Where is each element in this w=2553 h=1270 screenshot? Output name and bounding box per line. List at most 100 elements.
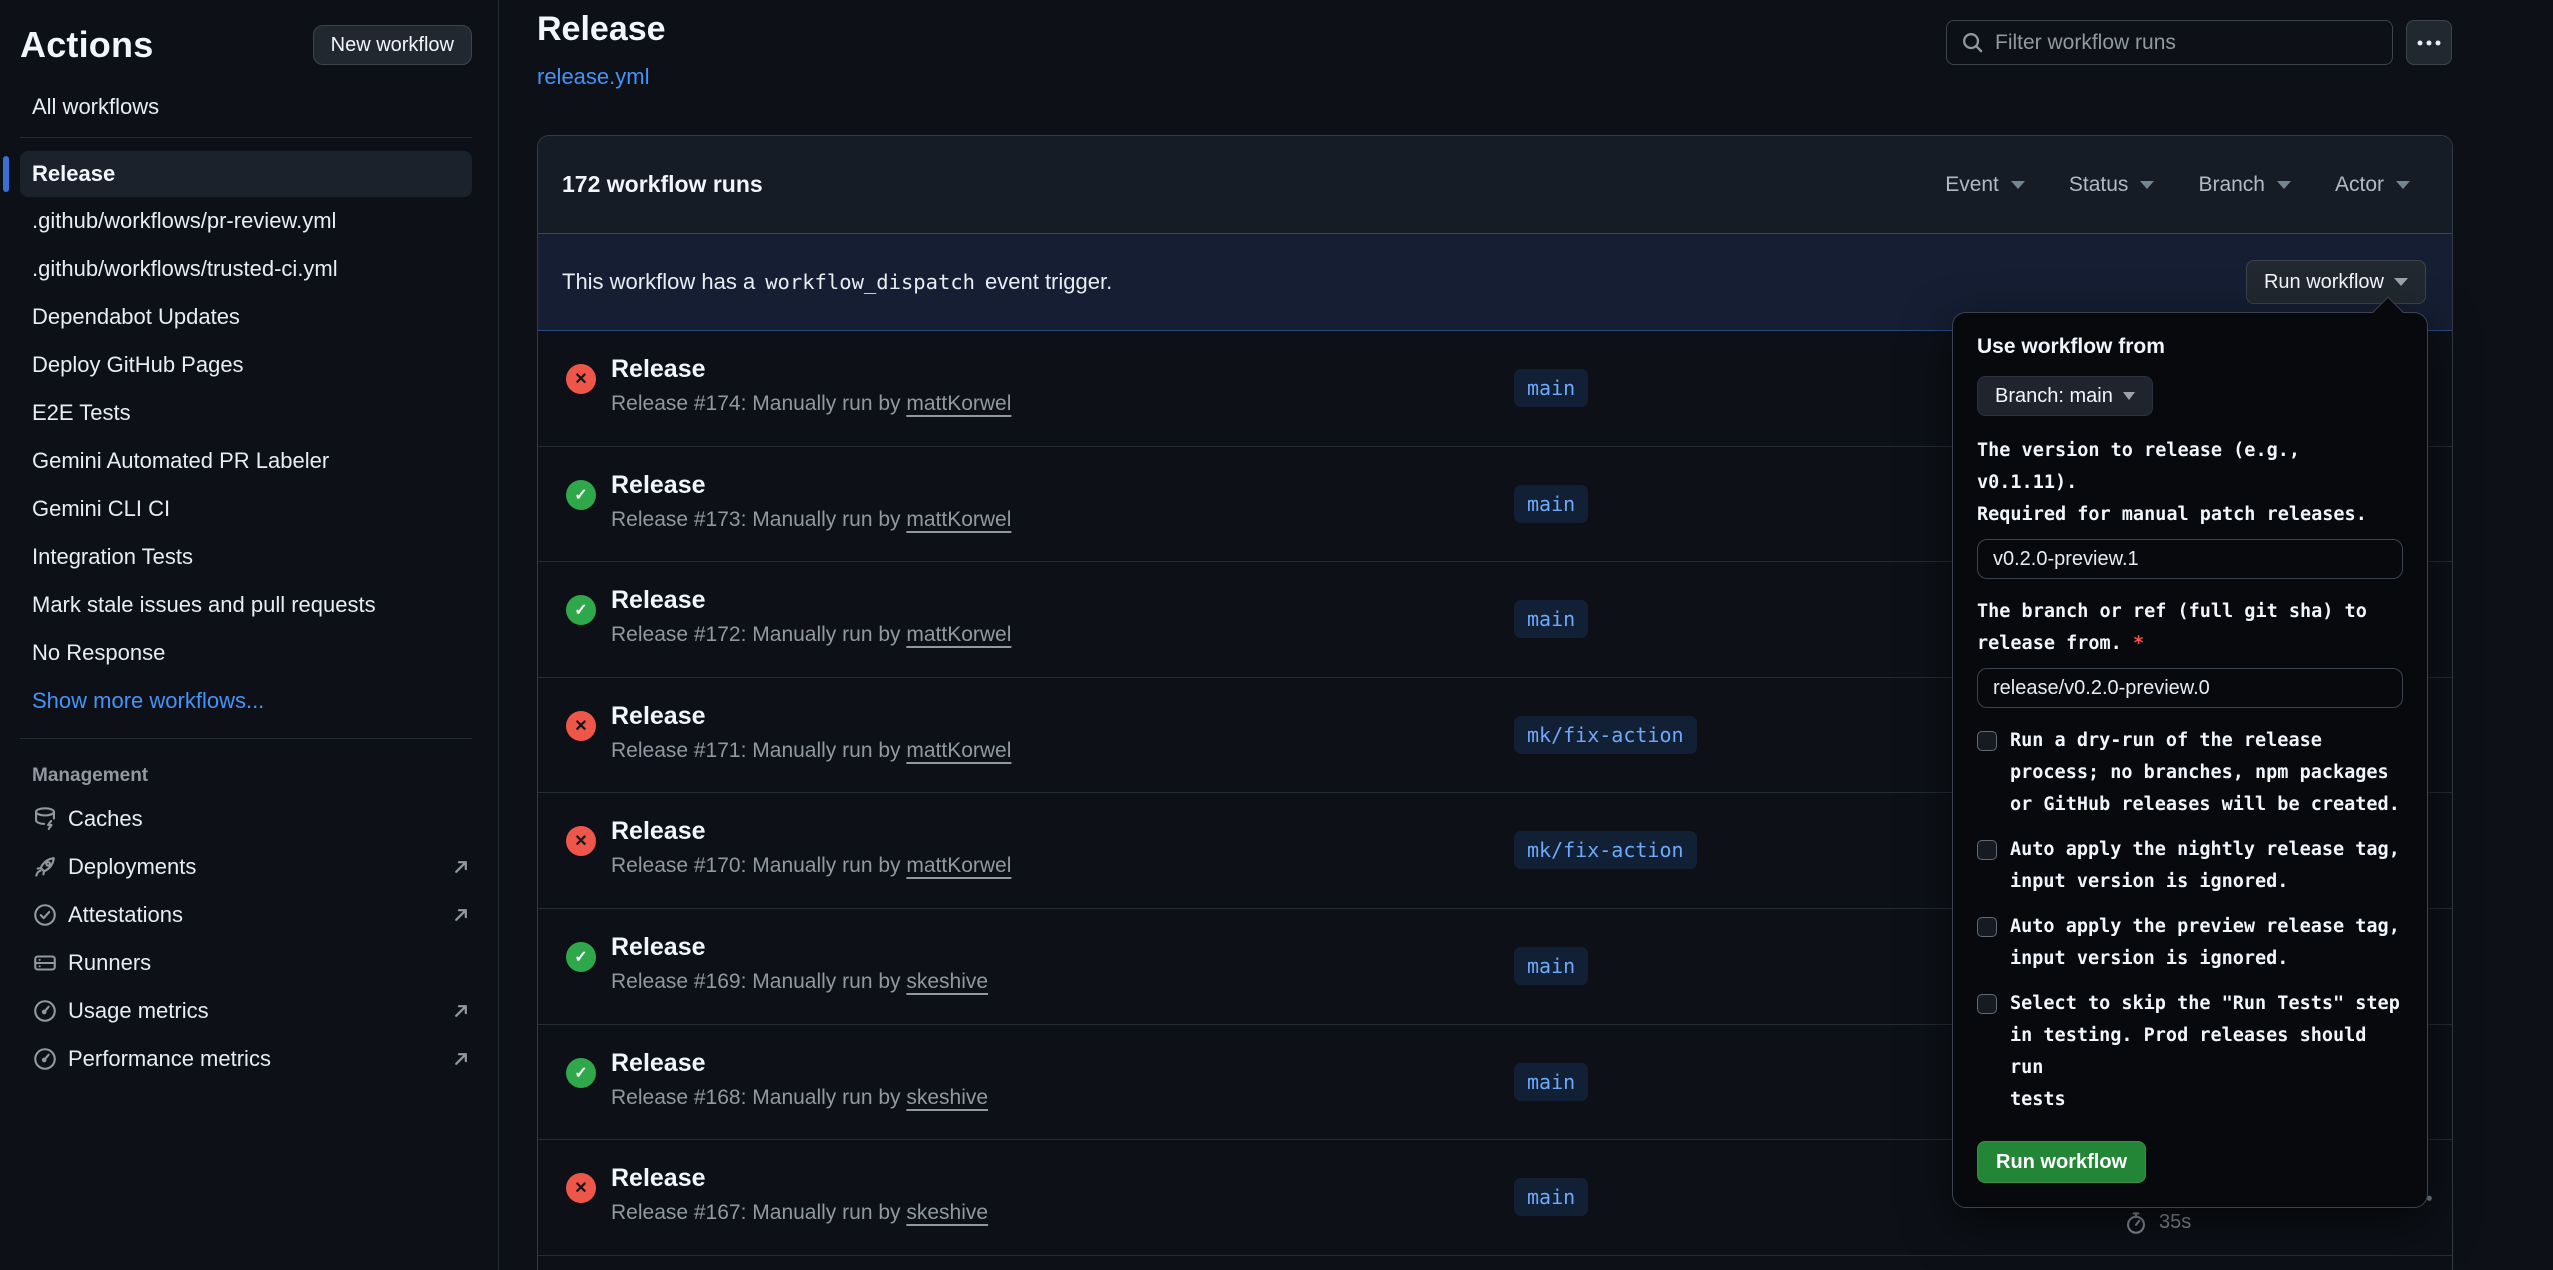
skip-tests-checkbox[interactable]: [1977, 994, 1997, 1014]
new-workflow-button[interactable]: New workflow: [313, 25, 472, 65]
stopwatch-icon: [2124, 1211, 2148, 1235]
run-title-link[interactable]: Release: [611, 1049, 706, 1078]
sidebar-item-caches[interactable]: Caches: [20, 795, 472, 843]
sidebar-item-label: Caches: [68, 806, 143, 832]
run-status-icon: [566, 595, 596, 625]
runs-card-header: 172 workflow runs Event Status Branch Ac…: [538, 136, 2452, 233]
ref-input[interactable]: [1977, 668, 2403, 708]
preview-tag-checkbox[interactable]: [1977, 917, 1997, 937]
branch-badge[interactable]: main: [1514, 1063, 1588, 1101]
actor-link[interactable]: skeshive: [906, 1086, 988, 1109]
run-status-icon: [566, 826, 596, 856]
sidebar-item-mark-stale[interactable]: Mark stale issues and pull requests: [20, 581, 472, 629]
run-status-icon: [566, 1173, 596, 1203]
sidebar-divider: [20, 137, 472, 138]
run-title-link[interactable]: Release: [611, 355, 706, 384]
workflow-file-link[interactable]: release.yml: [537, 64, 649, 90]
run-title-link[interactable]: Release: [611, 817, 706, 846]
sidebar-item-label: Usage metrics: [68, 998, 209, 1024]
banner-text: This workflow has a: [562, 269, 755, 295]
run-workflow-panel: Use workflow from Branch: main The versi…: [1952, 312, 2428, 1208]
search-input[interactable]: [1995, 31, 2378, 55]
run-status-icon: [566, 1058, 596, 1088]
branch-badge[interactable]: main: [1514, 369, 1588, 407]
filter-status[interactable]: Status: [2069, 173, 2155, 197]
run-duration: 35s: [2159, 1211, 2191, 1234]
sidebar-item-trusted-ci[interactable]: .github/workflows/trusted-ci.yml: [20, 245, 472, 293]
branch-badge[interactable]: main: [1514, 947, 1588, 985]
sidebar-item-dependabot-updates[interactable]: Dependabot Updates: [20, 293, 472, 341]
run-title-link[interactable]: Release: [611, 1164, 706, 1193]
branch-badge[interactable]: mk/fix-action: [1514, 716, 1697, 754]
chevron-down-icon: [2011, 181, 2025, 189]
version-input[interactable]: [1977, 539, 2403, 579]
workflow-kebab-button[interactable]: [2406, 20, 2452, 65]
sidebar-item-runners[interactable]: Runners: [20, 939, 472, 987]
filter-branch[interactable]: Branch: [2198, 173, 2291, 197]
filter-actor[interactable]: Actor: [2335, 173, 2410, 197]
branch-badge[interactable]: main: [1514, 485, 1588, 523]
dry-run-checkbox[interactable]: [1977, 731, 1997, 751]
checkbox-label: Run a dry-run of the release process; no…: [2010, 725, 2400, 821]
actor-link[interactable]: mattKorwel: [906, 739, 1011, 762]
sidebar-item-deployments[interactable]: Deployments: [20, 843, 472, 891]
actor-link[interactable]: mattKorwel: [906, 854, 1011, 877]
server-icon: [32, 950, 58, 976]
workflow-nav: All workflows Release .github/workflows/…: [20, 90, 472, 1083]
sidebar-item-release[interactable]: Release: [20, 151, 472, 197]
branch-badge[interactable]: main: [1514, 1178, 1588, 1216]
sidebar-item-performance-metrics[interactable]: Performance metrics: [20, 1035, 472, 1083]
branch-badge[interactable]: main: [1514, 600, 1588, 638]
chevron-down-icon: [2277, 181, 2291, 189]
sidebar-item-usage-metrics[interactable]: Usage metrics: [20, 987, 472, 1035]
actor-link[interactable]: mattKorwel: [906, 623, 1011, 646]
kebab-icon: [2427, 40, 2432, 45]
sidebar-item-gemini-pr-labeler[interactable]: Gemini Automated PR Labeler: [20, 437, 472, 485]
chevron-down-icon: [2394, 278, 2408, 286]
cache-icon: [32, 806, 58, 832]
sidebar-item-pr-review[interactable]: .github/workflows/pr-review.yml: [20, 197, 472, 245]
actor-link[interactable]: skeshive: [906, 970, 988, 993]
checkbox-label: Auto apply the nightly release tag, inpu…: [2010, 834, 2400, 898]
filter-runs-searchbox[interactable]: [1946, 20, 2393, 65]
rocket-icon: [32, 854, 58, 880]
nightly-tag-option: Auto apply the nightly release tag, inpu…: [1977, 834, 2403, 898]
meter-icon: [32, 1046, 58, 1072]
sidebar-item-label: Attestations: [68, 902, 183, 928]
chevron-down-icon: [2140, 181, 2154, 189]
run-workflow-submit-button[interactable]: Run workflow: [1977, 1141, 2146, 1183]
actor-link[interactable]: mattKorwel: [906, 508, 1011, 531]
sidebar-item-gemini-cli-ci[interactable]: Gemini CLI CI: [20, 485, 472, 533]
ref-field-label: The branch or ref (full git sha) to rele…: [1977, 596, 2403, 660]
sidebar-item-integration-tests[interactable]: Integration Tests: [20, 533, 472, 581]
branch-selector-button[interactable]: Branch: main: [1977, 376, 2153, 416]
actor-link[interactable]: skeshive: [906, 1201, 988, 1224]
show-more-workflows-link[interactable]: Show more workflows...: [20, 677, 472, 725]
sidebar-item-e2e-tests[interactable]: E2E Tests: [20, 389, 472, 437]
run-status-icon: [566, 364, 596, 394]
run-status-icon: [566, 711, 596, 741]
sidebar-item-all-workflows[interactable]: All workflows: [20, 90, 472, 124]
actions-sidebar: Actions New workflow All workflows Relea…: [0, 0, 499, 1270]
run-title-link[interactable]: Release: [611, 702, 706, 731]
actor-link[interactable]: mattKorwel: [906, 392, 1011, 415]
filter-event[interactable]: Event: [1945, 173, 2025, 197]
use-workflow-from-label: Use workflow from: [1977, 335, 2403, 359]
run-title-link[interactable]: Release: [611, 933, 706, 962]
nightly-tag-checkbox[interactable]: [1977, 840, 1997, 860]
dry-run-option: Run a dry-run of the release process; no…: [1977, 725, 2403, 821]
sidebar-item-no-response[interactable]: No Response: [20, 629, 472, 677]
verified-icon: [32, 902, 58, 928]
skip-tests-option: Select to skip the "Run Tests" step in t…: [1977, 988, 2403, 1116]
run-title-link[interactable]: Release: [611, 471, 706, 500]
run-title-link[interactable]: Release: [611, 586, 706, 615]
management-section-label: Management: [20, 757, 472, 795]
run-workflow-dropdown-button[interactable]: Run workflow: [2246, 260, 2426, 304]
sidebar-item-attestations[interactable]: Attestations: [20, 891, 472, 939]
sidebar-item-deploy-github-pages[interactable]: Deploy GitHub Pages: [20, 341, 472, 389]
run-status-icon: [566, 942, 596, 972]
preview-tag-option: Auto apply the preview release tag, inpu…: [1977, 911, 2403, 975]
branch-badge[interactable]: mk/fix-action: [1514, 831, 1697, 869]
banner-text: event trigger.: [985, 269, 1112, 295]
version-field-label: The version to release (e.g., v0.1.11). …: [1977, 435, 2403, 531]
